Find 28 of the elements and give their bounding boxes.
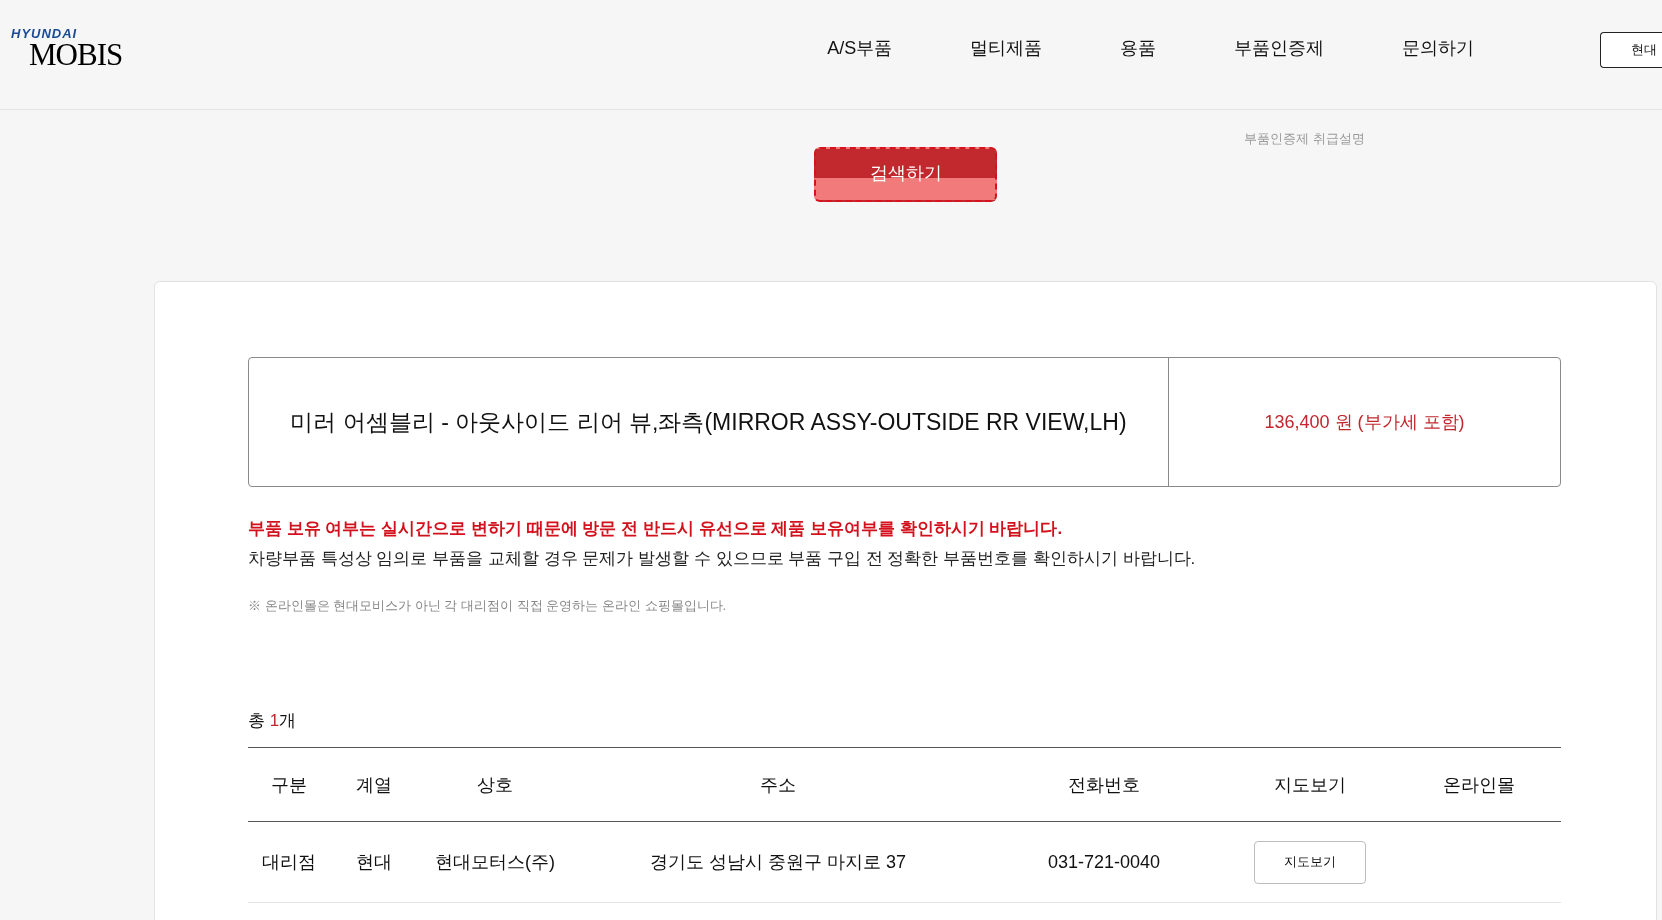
product-price: 136,400 원 (부가세 포함) <box>1264 411 1465 434</box>
table-cell-text: 경기도 성남시 중원구 마지로 37 <box>650 851 906 874</box>
table-cell-text: 현대 <box>356 851 392 874</box>
logo-brand-text: HYUNDAI <box>11 27 78 40</box>
column-header: 상호 <box>477 773 513 797</box>
nav-link[interactable]: 멀티제품 <box>970 36 1043 60</box>
note-text: ※ 온라인몰은 현대모비스가 아닌 각 대리점이 직접 운영하는 온라인 쇼핑몰입니다. <box>248 597 727 615</box>
logo-wordmark: MOBIS <box>29 40 123 70</box>
product-name: 미러 어셈블리 - 아웃사이드 리어 뷰,좌측(MIRROR ASSY-OUTSIDE RR VIEW,LH) <box>290 408 1127 437</box>
table-cell-text: 현대모터스(주) <box>435 851 555 874</box>
table-cell-text: 031-721-0040 <box>1047 851 1161 874</box>
result-count: 총 1개 <box>248 710 297 732</box>
nav-link[interactable]: 부품인증제 <box>1234 36 1325 60</box>
nav-link[interactable]: 문의하기 <box>1402 36 1475 60</box>
column-header: 주소 <box>760 773 796 797</box>
column-header: 계열 <box>356 773 392 797</box>
nav-link[interactable]: A/S부품 <box>827 36 893 60</box>
header-button[interactable]: 현대 <box>1600 32 1662 68</box>
map-button[interactable]: 지도보기 <box>1254 840 1366 884</box>
nav-link[interactable]: 용품 <box>1120 36 1157 60</box>
column-header: 구분 <box>271 773 307 797</box>
column-header: 지도보기 <box>1274 773 1346 797</box>
search-button[interactable]: 검색하기 <box>814 147 997 202</box>
table-cell-text: 대리점 <box>262 851 316 874</box>
warning-text: 부품 보유 여부는 실시간으로 변하기 때문에 방문 전 반드시 유선으로 제품 보유여부를 확인하시기 바랍니다. <box>248 518 1063 540</box>
column-header: 온라인몰 <box>1442 773 1515 797</box>
notice-text: 차량부품 특성상 임의로 부품을 교체할 경우 문제가 발생할 수 있으므로 부품 구입 전 정확한 부품번호를 확인하시기 바랍니다. <box>248 548 1196 570</box>
column-header: 전화번호 <box>1068 773 1140 797</box>
